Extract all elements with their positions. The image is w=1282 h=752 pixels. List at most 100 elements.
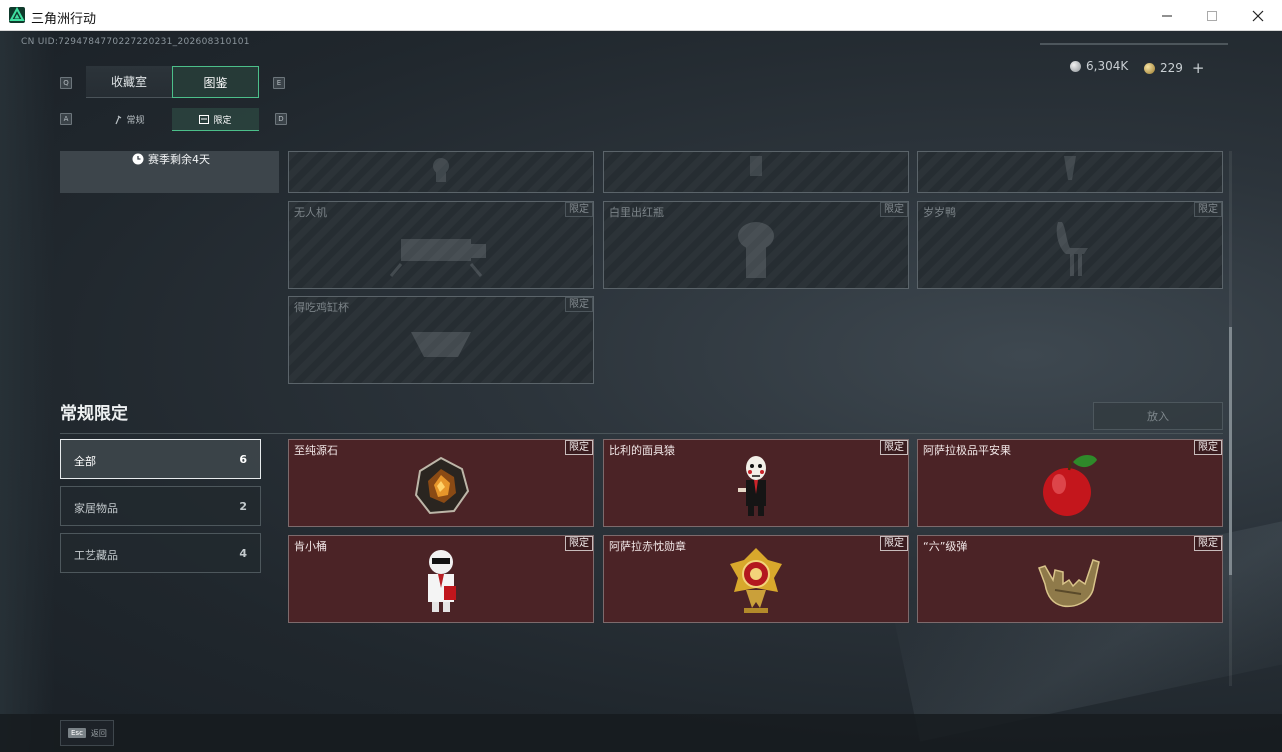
item-silhouette-icon (433, 158, 449, 182)
filter-count: 2 (239, 500, 247, 513)
owned-card-colonel[interactable]: 肯小桶 限定 (288, 535, 594, 623)
limited-badge: 限定 (880, 536, 908, 551)
filter-all[interactable]: 全部 6 (60, 439, 261, 479)
card-name: 白里出红瓶 (609, 206, 664, 219)
card-name: 得吃鸡缸杯 (294, 301, 349, 314)
subtab-limited[interactable]: 限定 (172, 108, 259, 131)
card-name: 阿萨拉赤忱勋章 (609, 540, 686, 553)
owned-card-puppet[interactable]: 比利的面具猿 限定 (603, 439, 909, 527)
limited-badge: 限定 (565, 440, 593, 455)
locked-card-bottle[interactable]: 白里出红瓶 限定 (603, 201, 909, 289)
card-name: 至纯源石 (294, 444, 338, 457)
key-q-hint: Q (60, 77, 72, 89)
put-in-button[interactable]: 放入 (1093, 402, 1223, 430)
duck-silhouette-icon (1056, 222, 1088, 276)
locked-card-drone[interactable]: 无人机 限定 (288, 201, 594, 289)
limited-badge: 限定 (1194, 202, 1222, 217)
section-title: 常规限定 (60, 404, 128, 424)
card-icon (199, 114, 210, 124)
maximize-icon (1207, 10, 1217, 21)
limited-badge: 限定 (1194, 536, 1222, 551)
key-d-hint: D (275, 113, 287, 125)
limited-badge: 限定 (565, 202, 593, 217)
card-name: 阿萨拉极品平安果 (923, 444, 1011, 457)
card-name: 肯小桶 (294, 540, 327, 553)
background-shade (0, 31, 55, 752)
filter-count: 4 (239, 547, 247, 560)
owned-card-gem[interactable]: 至纯源石 限定 (288, 439, 594, 527)
tab-collection-room[interactable]: 收藏室 (86, 66, 172, 98)
esc-key-hint: Esc (68, 728, 86, 738)
put-in-label: 放入 (1147, 410, 1169, 423)
filter-label: 工艺藏品 (74, 549, 118, 562)
tab-label: 收藏室 (110, 75, 147, 89)
golden-hand-icon (1038, 559, 1100, 608)
cup-silhouette-icon (411, 332, 471, 357)
gold-coin-icon (1144, 62, 1155, 74)
player-uid: CN UID:7294784770227220231_202608310101 (21, 37, 250, 47)
filter-label: 全部 (74, 455, 96, 468)
clock-icon (132, 153, 144, 165)
bottom-bar (0, 714, 1282, 752)
locked-card-duck[interactable]: 岁岁鸭 限定 (917, 201, 1223, 289)
season-timer-panel: 赛季剩余4天 (60, 151, 279, 193)
card-name: 无人机 (294, 206, 327, 219)
item-silhouette-icon (750, 156, 762, 176)
tab-codex[interactable]: 图鉴 (172, 66, 259, 98)
header-divider (1040, 43, 1228, 45)
limited-badge: 限定 (880, 440, 908, 455)
game-viewport: CN UID:7294784770227220231_202608310101 … (0, 31, 1282, 752)
gem-stone-icon (414, 456, 470, 515)
filter-count: 6 (239, 453, 247, 466)
back-label: 返回 (90, 728, 107, 738)
wrench-icon (115, 115, 122, 124)
maximize-button[interactable] (1189, 0, 1235, 31)
colonel-figure-icon (428, 550, 456, 612)
season-remaining-text: 赛季剩余4天 (148, 153, 210, 166)
subtab-regular[interactable]: 常规 (86, 108, 172, 131)
locked-card[interactable] (288, 151, 594, 193)
key-a-hint: A (60, 113, 72, 125)
filter-home-items[interactable]: 家居物品 2 (60, 486, 261, 526)
scrollbar-thumb[interactable] (1229, 327, 1232, 575)
app-window: 三角洲行动 CN UID:7294784770227220231_2026083… (0, 0, 1282, 752)
card-name: 岁岁鸭 (923, 206, 956, 219)
owned-card-medal[interactable]: 阿萨拉赤忱勋章 限定 (603, 535, 909, 623)
medal-icon (730, 548, 782, 613)
silver-currency: 6,304K (1070, 59, 1128, 73)
close-icon (1252, 10, 1264, 21)
locked-card[interactable] (917, 151, 1223, 193)
limited-badge: 限定 (565, 536, 593, 551)
back-button[interactable]: Esc 返回 (60, 720, 114, 746)
app-logo-icon (9, 7, 25, 23)
gold-currency-value: 229 (1160, 61, 1183, 75)
bottle-silhouette-icon (738, 222, 774, 278)
close-button[interactable] (1235, 0, 1281, 31)
window-title: 三角洲行动 (31, 12, 97, 27)
limited-badge: 限定 (1194, 440, 1222, 455)
add-currency-button[interactable]: + (1192, 59, 1205, 77)
subtab-label: 限定 (213, 115, 232, 126)
locked-card-cup[interactable]: 得吃鸡缸杯 限定 (288, 296, 594, 384)
locked-card[interactable] (603, 151, 909, 193)
puppet-figure-icon (738, 456, 766, 516)
filter-label: 家居物品 (74, 502, 118, 515)
window-titlebar: 三角洲行动 (0, 0, 1282, 31)
subtab-label: 常规 (126, 116, 145, 126)
filter-crafts[interactable]: 工艺藏品 4 (60, 533, 261, 573)
minimize-icon (1162, 15, 1172, 16)
owned-card-hand[interactable]: “六”级弹 限定 (917, 535, 1223, 623)
owned-card-apple[interactable]: 阿萨拉极品平安果 限定 (917, 439, 1223, 527)
card-name: 比利的面具猿 (609, 444, 675, 457)
gold-currency[interactable]: 229 + (1144, 59, 1204, 77)
minimize-button[interactable] (1144, 0, 1190, 31)
card-name: “六”级弹 (923, 540, 968, 553)
tab-label: 图鉴 (203, 75, 228, 90)
silver-currency-value: 6,304K (1086, 59, 1129, 73)
section-divider (60, 433, 1223, 434)
red-apple-icon (1043, 455, 1097, 516)
item-silhouette-icon (1064, 156, 1076, 180)
key-e-hint: E (273, 77, 285, 89)
drone-silhouette-icon (389, 239, 486, 277)
limited-badge: 限定 (880, 202, 908, 217)
